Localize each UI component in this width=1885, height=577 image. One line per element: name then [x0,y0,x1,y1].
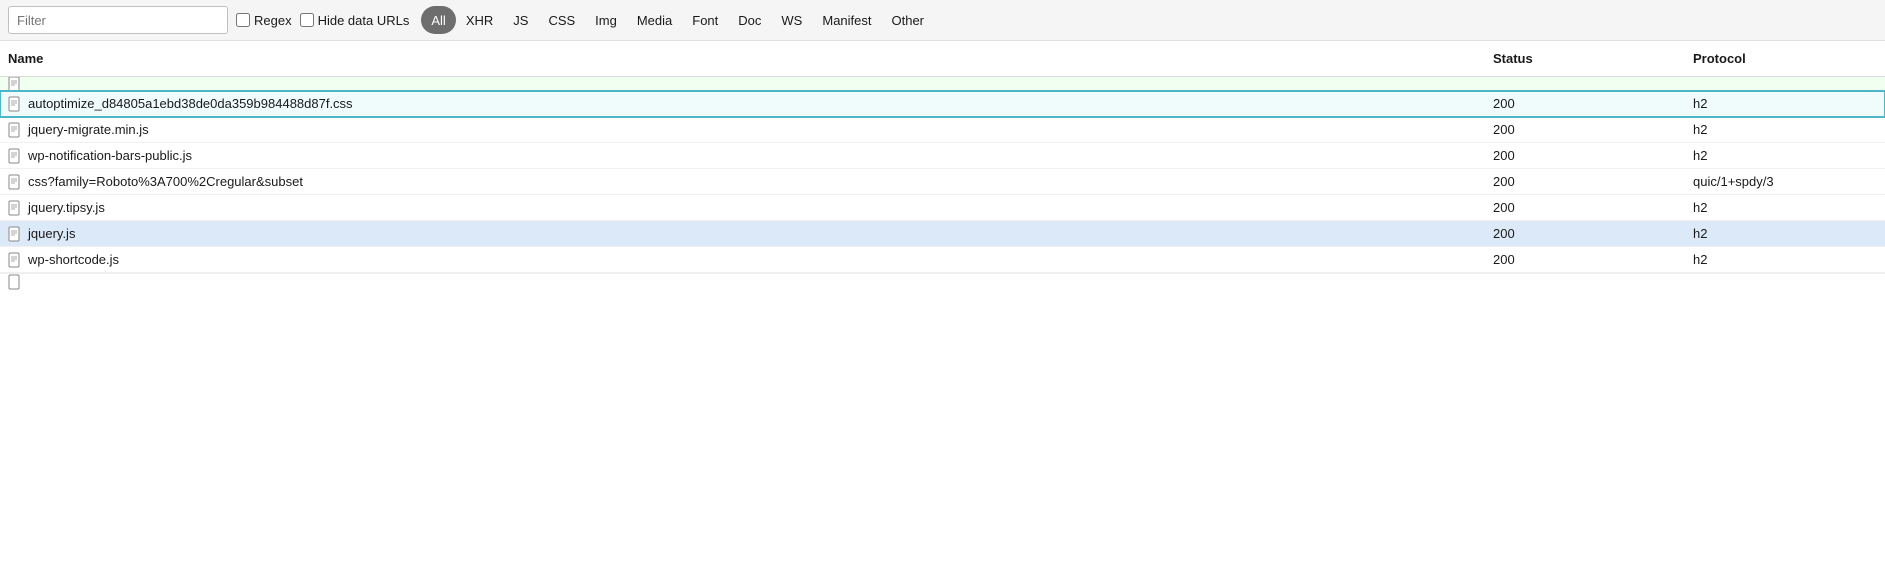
filter-btn-css[interactable]: CSS [538,6,585,34]
file-icon [8,96,22,112]
table-body: autoptimize_d84805a1ebd38de0da359b984488… [0,77,1885,287]
cell-protocol: h2 [1685,119,1885,140]
col-header-name[interactable]: Name [0,47,1485,70]
col-header-protocol[interactable]: Protocol [1685,47,1885,70]
network-toolbar: Regex Hide data URLs All XHR JS CSS Img … [0,0,1885,41]
row-name: jquery.tipsy.js [28,200,105,215]
row-name: wp-shortcode.js [28,252,119,267]
cell-name: jquery.tipsy.js [0,197,1485,219]
cell-protocol: h2 [1685,145,1885,166]
hide-data-urls-checkbox-label[interactable]: Hide data URLs [300,13,410,28]
filter-btn-js[interactable]: JS [503,6,538,34]
row-name: wp-notification-bars-public.js [28,148,192,163]
filter-btn-xhr[interactable]: XHR [456,6,503,34]
filter-btn-font[interactable]: Font [682,6,728,34]
cell-name: autoptimize_d84805a1ebd38de0da359b984488… [0,93,1485,115]
table-row[interactable]: jquery.js 200 h2 [0,221,1885,247]
col-header-status[interactable]: Status [1485,47,1685,70]
filter-btn-all[interactable]: All [421,6,455,34]
file-icon [8,226,22,242]
cell-name: jquery.js [0,223,1485,245]
table-row[interactable]: autoptimize_d84805a1ebd38de0da359b984488… [0,91,1885,117]
filter-btn-media[interactable]: Media [627,6,682,34]
table-row[interactable]: wp-notification-bars-public.js 200 h2 [0,143,1885,169]
filter-input[interactable] [8,6,228,34]
filter-type-buttons: All XHR JS CSS Img Media Font Doc WS Man… [421,6,934,34]
row-name: jquery-migrate.min.js [28,122,149,137]
file-icon [8,77,22,90]
cell-name: wp-shortcode.js [0,249,1485,271]
table-row[interactable]: css?family=Roboto%3A700%2Cregular&subset… [0,169,1885,195]
cell-status: 200 [1485,197,1685,218]
regex-label: Regex [254,13,292,28]
row-name: css?family=Roboto%3A700%2Cregular&subset [28,174,303,189]
row-name: autoptimize_d84805a1ebd38de0da359b984488… [28,96,353,111]
table-row-partial-top[interactable] [0,77,1885,91]
file-icon [8,274,22,290]
cell-protocol: h2 [1685,223,1885,244]
file-icon [8,148,22,164]
regex-checkbox[interactable] [236,13,250,27]
filter-btn-img[interactable]: Img [585,6,627,34]
filter-btn-manifest[interactable]: Manifest [812,6,881,34]
cell-status: 200 [1485,171,1685,192]
cell-status: 200 [1485,119,1685,140]
cell-protocol: quic/1+spdy/3 [1685,171,1885,192]
cell-status: 200 [1485,93,1685,114]
file-icon [8,200,22,216]
row-name: jquery.js [28,226,75,241]
cell-protocol: h2 [1685,93,1885,114]
cell-name: css?family=Roboto%3A700%2Cregular&subset [0,171,1485,193]
cell-status: 200 [1485,223,1685,244]
table-row[interactable]: wp-shortcode.js 200 h2 [0,247,1885,273]
table-row-partial-bottom[interactable] [0,273,1885,287]
cell-protocol: h2 [1685,249,1885,270]
cell-protocol: h2 [1685,197,1885,218]
cell-name: wp-notification-bars-public.js [0,145,1485,167]
cell-status: 200 [1485,145,1685,166]
hide-data-urls-checkbox[interactable] [300,13,314,27]
filter-btn-ws[interactable]: WS [771,6,812,34]
filter-btn-doc[interactable]: Doc [728,6,771,34]
filter-btn-other[interactable]: Other [882,6,935,34]
file-icon [8,122,22,138]
file-icon [8,252,22,268]
table-row[interactable]: jquery.tipsy.js 200 h2 [0,195,1885,221]
table-row[interactable]: jquery-migrate.min.js 200 h2 [0,117,1885,143]
regex-checkbox-label[interactable]: Regex [236,13,292,28]
hide-data-urls-label: Hide data URLs [318,13,410,28]
cell-status: 200 [1485,249,1685,270]
file-icon [8,174,22,190]
cell-name: jquery-migrate.min.js [0,119,1485,141]
table-header: Name Status Protocol [0,41,1885,77]
